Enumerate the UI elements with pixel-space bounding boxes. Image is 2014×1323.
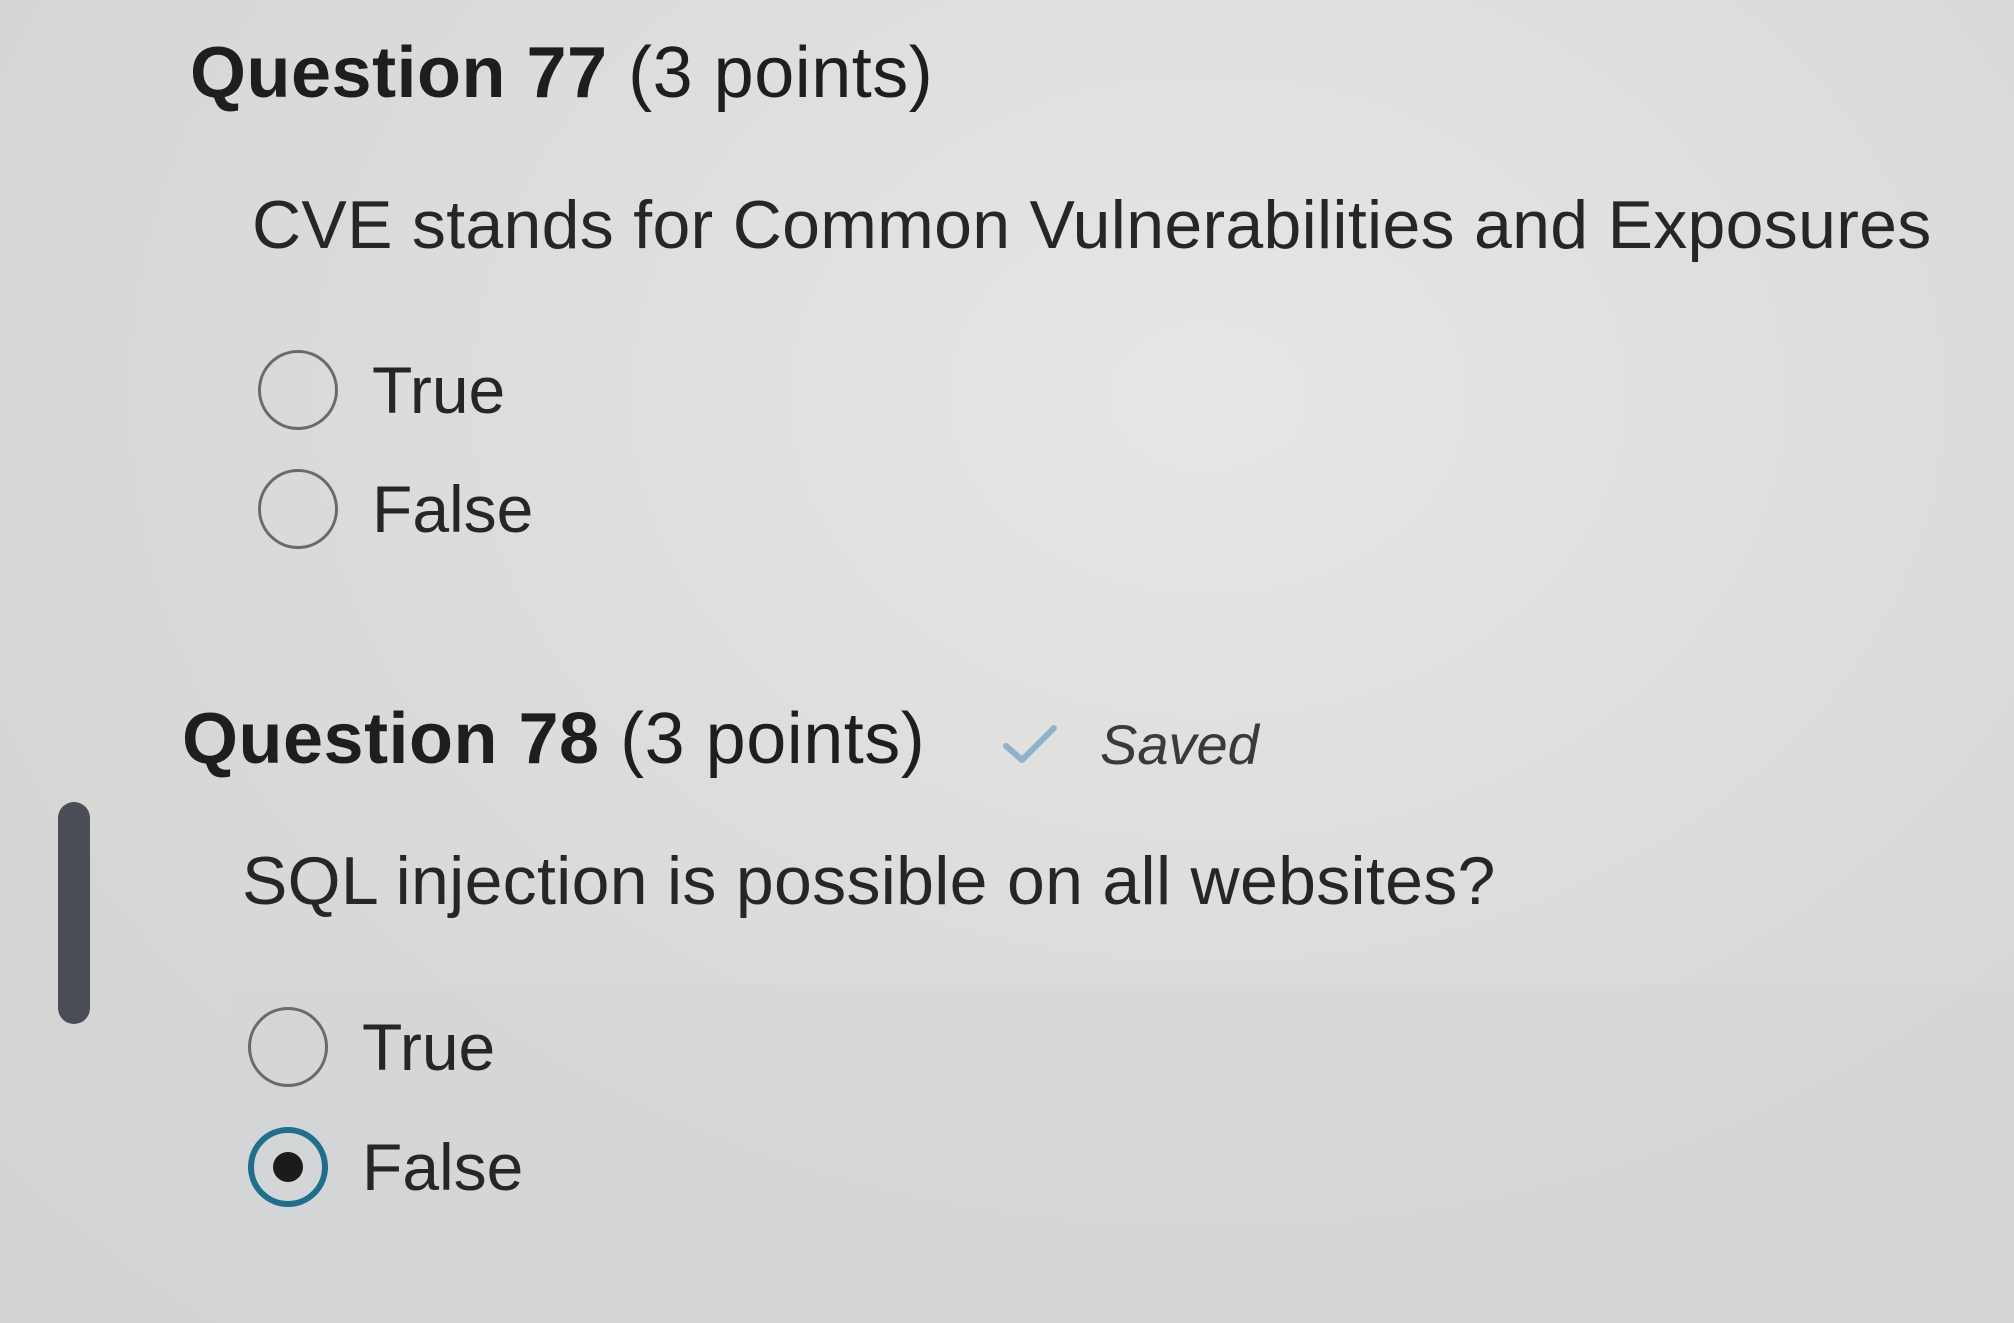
question-78-title: Question 78 (3 points) <box>182 698 925 780</box>
radio-button-unchecked[interactable] <box>258 350 338 430</box>
option-label: False <box>362 1130 524 1204</box>
radio-button-unchecked[interactable] <box>248 1007 328 1087</box>
check-icon <box>1003 724 1057 763</box>
question-78-number: Question 78 <box>182 699 600 779</box>
question-77-points: (3 points) <box>628 33 934 113</box>
option-label: True <box>372 353 506 427</box>
question-77-option-false[interactable]: False <box>258 464 533 554</box>
question-77-option-true[interactable]: True <box>258 345 505 435</box>
question-78-option-true[interactable]: True <box>248 1002 495 1092</box>
question-77-title: Question 77 (3 points) <box>190 32 933 114</box>
question-77-text: CVE stands for Common Vulnerabilities an… <box>252 187 1932 263</box>
question-78-option-false[interactable]: False <box>248 1122 523 1212</box>
question-77-number: Question 77 <box>190 33 608 113</box>
radio-button-unchecked[interactable] <box>258 469 338 549</box>
option-label: False <box>372 472 534 546</box>
saved-label: Saved <box>1100 713 1259 776</box>
saved-status: Saved <box>1000 712 1259 777</box>
current-question-marker <box>58 802 90 1024</box>
radio-button-checked[interactable] <box>248 1127 328 1207</box>
question-78-text: SQL injection is possible on all website… <box>242 843 1496 919</box>
option-label: True <box>362 1010 496 1084</box>
radio-dot <box>273 1152 303 1182</box>
question-78-points: (3 points) <box>620 699 926 779</box>
